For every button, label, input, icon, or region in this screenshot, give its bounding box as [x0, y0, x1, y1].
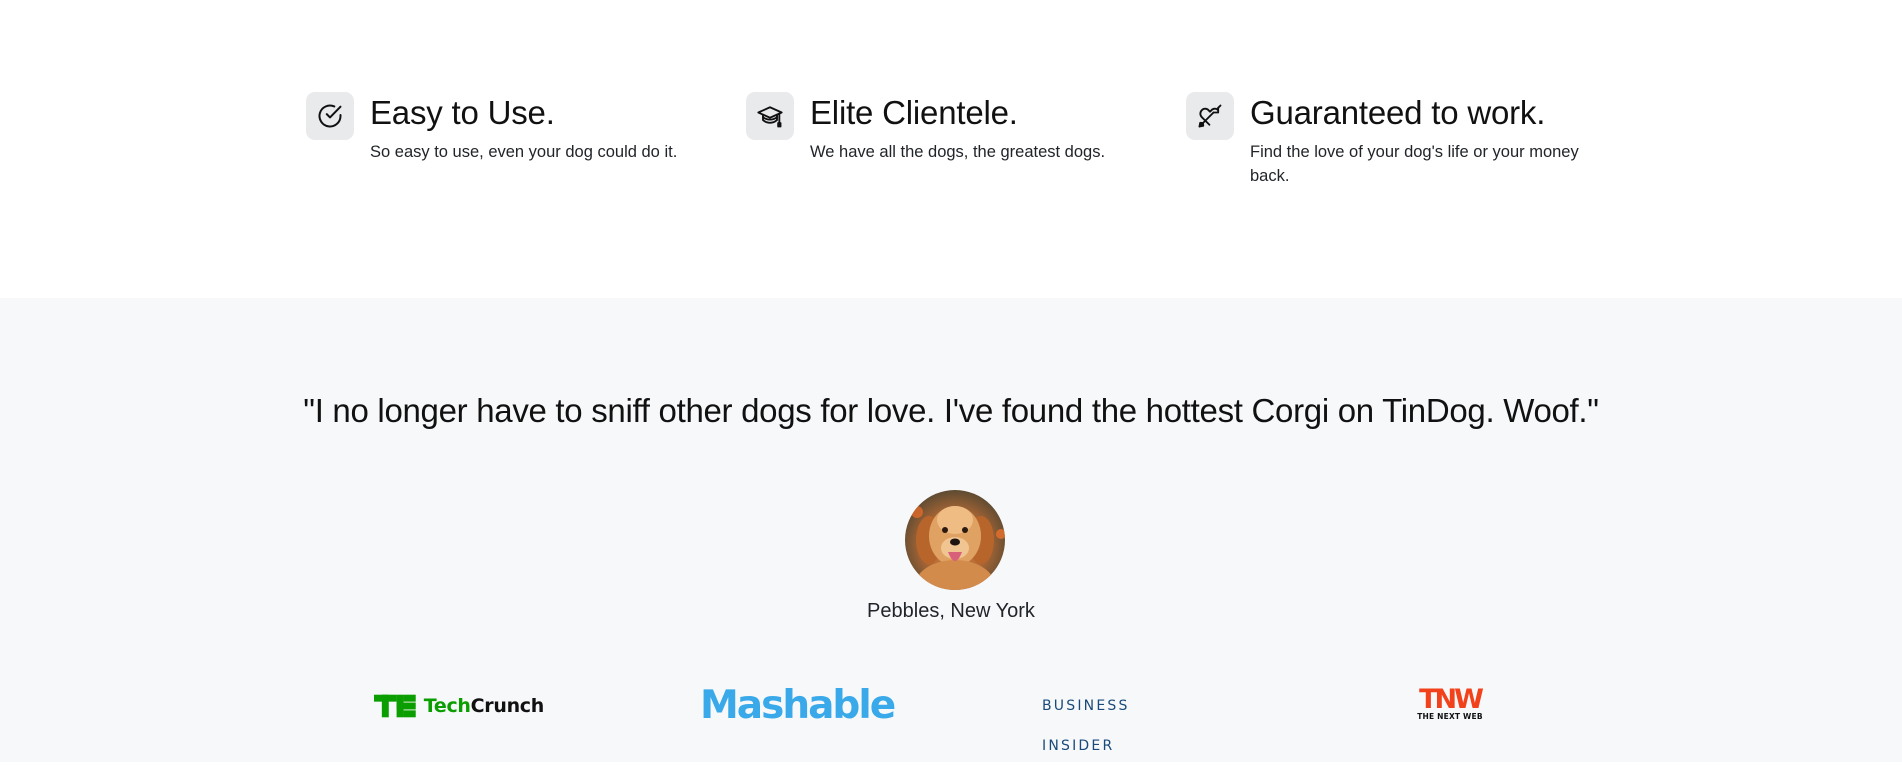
feature-text: So easy to use, even your dog could do i… — [370, 143, 678, 161]
techcrunch-tech: Tech — [423, 695, 471, 717]
feature-title: Elite Clientele. — [810, 94, 1018, 131]
feature-title: Easy to Use. — [370, 94, 555, 131]
techcrunch-crunch: Crunch — [470, 695, 545, 717]
feature-text: Find the love of your dog's life or your… — [1250, 143, 1579, 185]
tnw-logo: TNW THE NEXT WEB — [1414, 686, 1486, 726]
testimonial-author: Pebbles, New York — [867, 600, 1035, 622]
tnw-subtitle: THE NEXT WEB — [1417, 712, 1483, 721]
features-section: Easy to Use. So easy to use, even your d… — [0, 0, 1902, 298]
testimonial-quote: "I no longer have to sniff other dogs fo… — [303, 392, 1599, 429]
feature-title: Guaranteed to work. — [1250, 94, 1546, 131]
graduation-cap-icon — [746, 92, 794, 140]
techcrunch-logo: TechCrunch — [374, 686, 544, 726]
mashable-logo: Mashable — [700, 683, 896, 728]
dog-avatar — [905, 490, 1005, 590]
check-circle-icon — [306, 92, 354, 140]
testimonial-section: "I no longer have to sniff other dogs fo… — [0, 298, 1902, 762]
techcrunch-mark-icon — [374, 694, 416, 718]
business-insider-logo: BUSINESS INSIDER — [1042, 698, 1130, 754]
tnw-mark: TNW — [1419, 684, 1484, 715]
heart-arrow-icon — [1186, 92, 1234, 140]
feature-text: We have all the dogs, the greatest dogs. — [810, 143, 1106, 161]
